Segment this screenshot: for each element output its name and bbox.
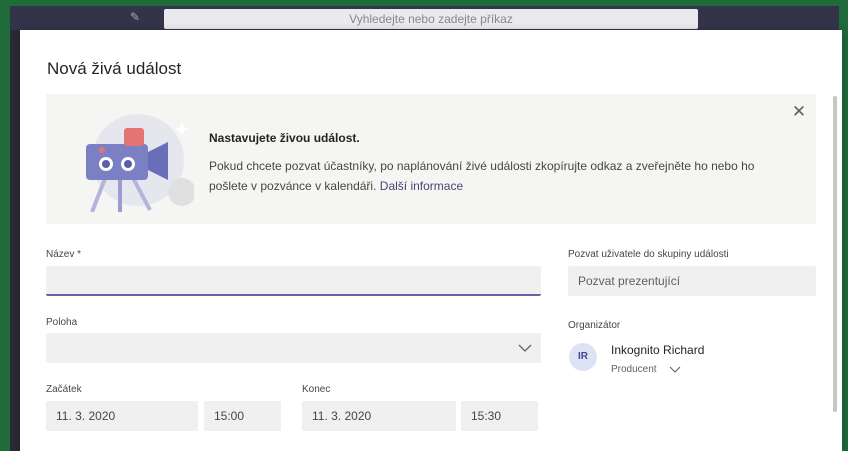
organizer-label: Organizátor (568, 320, 621, 331)
end-time-input[interactable]: 15:30 (461, 401, 538, 431)
name-input[interactable] (46, 266, 541, 296)
start-date-input[interactable]: 11. 3. 2020 (46, 401, 198, 431)
info-banner: ✕ Nastavujete živou událost. Pokud chcet… (46, 94, 816, 224)
organizer-role-dropdown[interactable]: Producent (611, 364, 657, 375)
banner-heading: Nastavujete živou událost. (209, 131, 360, 145)
new-live-event-dialog: Nová živá událost ✕ Nastavujete živou ud… (20, 30, 842, 451)
learn-more-link[interactable]: Další informace (380, 179, 463, 193)
dialog-scrollbar[interactable] (833, 96, 837, 412)
location-label: Poloha (46, 317, 78, 328)
name-label: Název * (46, 249, 82, 260)
end-label: Konec (302, 384, 331, 395)
start-label: Začátek (46, 384, 82, 395)
chevron-down-icon (518, 344, 532, 352)
location-dropdown[interactable] (46, 333, 541, 363)
search-bar[interactable]: Vyhledejte nebo zadejte příkaz (164, 9, 698, 29)
invite-presenters-input[interactable]: Pozvat prezentující (568, 266, 816, 296)
banner-text: Pokud chcete pozvat účastníky, po naplán… (209, 156, 789, 196)
avatar: IR (569, 343, 597, 371)
dialog-title: Nová živá událost (47, 59, 182, 78)
start-time-input[interactable]: 15:00 (204, 401, 281, 431)
organizer-name: Inkognito Richard (611, 343, 705, 357)
end-date-input[interactable]: 11. 3. 2020 (302, 401, 456, 431)
chevron-down-icon[interactable] (668, 363, 682, 375)
banner-body: Pokud chcete pozvat účastníky, po naplán… (209, 159, 755, 193)
invite-label: Pozvat uživatele do skupiny události (568, 249, 729, 260)
compose-icon[interactable]: ✎ (130, 10, 144, 24)
close-banner-icon[interactable]: ✕ (791, 103, 807, 120)
video-camera-illustration-icon (86, 114, 194, 212)
